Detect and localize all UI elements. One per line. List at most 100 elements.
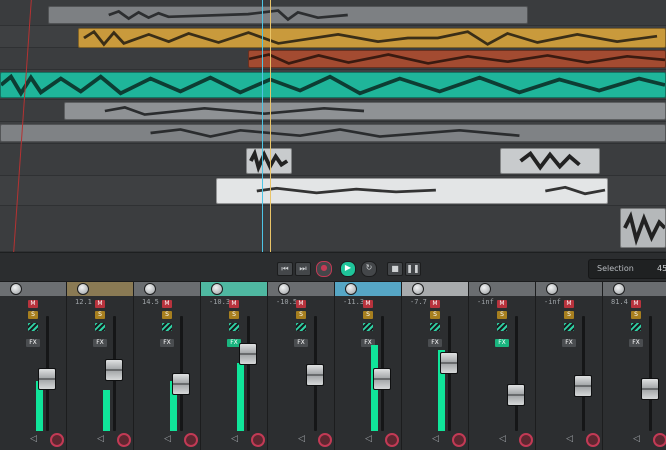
solo-button[interactable]: S [95, 311, 105, 319]
input-monitor-icon[interactable] [564, 323, 574, 331]
volume-fader[interactable] [440, 352, 458, 374]
volume-fader[interactable] [38, 368, 56, 390]
audio-clip[interactable] [64, 102, 666, 120]
record-arm-button[interactable] [318, 433, 332, 447]
input-monitor-icon[interactable] [229, 323, 239, 331]
speaker-icon[interactable]: ◁ [633, 434, 640, 444]
pan-knob[interactable] [546, 283, 558, 295]
input-monitor-icon[interactable] [363, 323, 373, 331]
loop-button[interactable]: ↻ [361, 261, 377, 277]
pan-knob[interactable] [144, 283, 156, 295]
fx-button[interactable]: FX [26, 339, 40, 347]
input-monitor-icon[interactable] [497, 323, 507, 331]
record-arm-button[interactable] [519, 433, 533, 447]
fx-button[interactable]: FX [495, 339, 509, 347]
record-arm-button[interactable] [586, 433, 600, 447]
volume-fader[interactable] [574, 375, 592, 397]
solo-button[interactable]: S [229, 311, 239, 319]
mute-button[interactable]: M [95, 300, 105, 308]
volume-fader[interactable] [641, 378, 659, 400]
playhead-cursor[interactable] [270, 0, 271, 252]
audio-clip[interactable] [248, 50, 666, 68]
mute-button[interactable]: M [162, 300, 172, 308]
input-monitor-icon[interactable] [95, 323, 105, 331]
pan-knob[interactable] [10, 283, 22, 295]
pan-knob[interactable] [345, 283, 357, 295]
input-monitor-icon[interactable] [296, 323, 306, 331]
record-arm-button[interactable] [452, 433, 466, 447]
solo-button[interactable]: S [564, 311, 574, 319]
volume-fader[interactable] [239, 343, 257, 365]
speaker-icon[interactable]: ◁ [499, 434, 506, 444]
audio-clip[interactable] [0, 124, 666, 142]
audio-clip[interactable] [216, 178, 608, 204]
record-arm-button[interactable] [117, 433, 131, 447]
input-monitor-icon[interactable] [162, 323, 172, 331]
audio-clip[interactable] [0, 72, 666, 98]
audio-clip[interactable] [48, 6, 528, 24]
mute-button[interactable]: M [430, 300, 440, 308]
pan-knob[interactable] [412, 283, 424, 295]
fx-button[interactable]: FX [562, 339, 576, 347]
fx-button[interactable]: FX [294, 339, 308, 347]
input-monitor-icon[interactable] [631, 323, 641, 331]
solo-button[interactable]: S [430, 311, 440, 319]
go-to-start-button[interactable]: ⏮ [277, 262, 293, 276]
fx-button[interactable]: FX [629, 339, 643, 347]
mute-button[interactable]: M [564, 300, 574, 308]
solo-button[interactable]: S [296, 311, 306, 319]
edit-cursor[interactable] [262, 0, 263, 252]
record-arm-button[interactable] [251, 433, 265, 447]
solo-button[interactable]: S [28, 311, 38, 319]
fx-button[interactable]: FX [428, 339, 442, 347]
fx-button[interactable]: FX [160, 339, 174, 347]
input-monitor-icon[interactable] [28, 323, 38, 331]
go-to-end-button[interactable]: ⏭ [295, 262, 311, 276]
speaker-icon[interactable]: ◁ [298, 434, 305, 444]
solo-button[interactable]: S [631, 311, 641, 319]
record-arm-button[interactable] [184, 433, 198, 447]
volume-fader[interactable] [172, 373, 190, 395]
stop-button[interactable]: ■ [387, 262, 403, 276]
track-lane-9[interactable] [0, 206, 666, 252]
mute-button[interactable]: M [497, 300, 507, 308]
audio-clip[interactable] [500, 148, 600, 174]
speaker-icon[interactable]: ◁ [231, 434, 238, 444]
speaker-icon[interactable]: ◁ [97, 434, 104, 444]
mute-button[interactable]: M [28, 300, 38, 308]
mute-button[interactable]: M [631, 300, 641, 308]
mute-button[interactable]: M [296, 300, 306, 308]
pan-knob[interactable] [211, 283, 223, 295]
pause-button[interactable]: ❚❚ [405, 262, 421, 276]
speaker-icon[interactable]: ◁ [566, 434, 573, 444]
pan-knob[interactable] [278, 283, 290, 295]
record-arm-button[interactable] [50, 433, 64, 447]
audio-clip[interactable] [78, 28, 666, 48]
channel-strip: 14.5 M S FX ◁ [134, 296, 201, 450]
pan-knob[interactable] [479, 283, 491, 295]
solo-button[interactable]: S [363, 311, 373, 319]
volume-fader[interactable] [507, 384, 525, 406]
record-arm-button[interactable] [385, 433, 399, 447]
mute-button[interactable]: M [229, 300, 239, 308]
volume-fader[interactable] [373, 368, 391, 390]
audio-clip[interactable] [246, 148, 292, 174]
audio-clip[interactable] [620, 208, 666, 248]
speaker-icon[interactable]: ◁ [164, 434, 171, 444]
record-arm-button[interactable] [653, 433, 666, 447]
volume-fader[interactable] [105, 359, 123, 381]
record-button[interactable]: ● [316, 261, 332, 277]
fx-button[interactable]: FX [93, 339, 107, 347]
play-button[interactable]: ▶ [340, 261, 356, 277]
pan-knob[interactable] [613, 283, 625, 295]
mute-button[interactable]: M [363, 300, 373, 308]
speaker-icon[interactable]: ◁ [432, 434, 439, 444]
solo-button[interactable]: S [497, 311, 507, 319]
volume-fader[interactable] [306, 364, 324, 386]
speaker-icon[interactable]: ◁ [30, 434, 37, 444]
pan-knob[interactable] [77, 283, 89, 295]
solo-button[interactable]: S [162, 311, 172, 319]
input-monitor-icon[interactable] [430, 323, 440, 331]
arrangement-view[interactable] [0, 0, 666, 252]
speaker-icon[interactable]: ◁ [365, 434, 372, 444]
